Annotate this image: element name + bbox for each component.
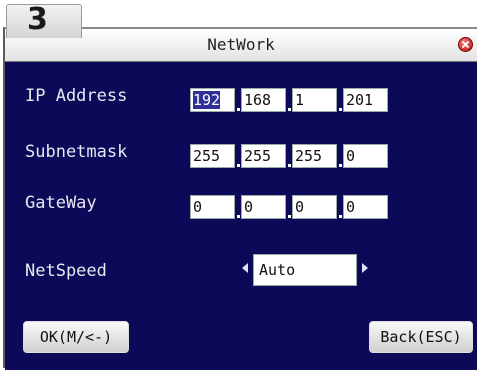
ip-separator-2 bbox=[288, 108, 291, 111]
settings-panel: IP Address 192 168 1 201 Subnetmask 255 … bbox=[5, 62, 477, 370]
gateway-octet-2[interactable]: 0 bbox=[241, 195, 286, 219]
ip-octet-1-value: 192 bbox=[193, 91, 221, 109]
ip-octet-2[interactable]: 168 bbox=[241, 88, 286, 112]
gateway-octet-4[interactable]: 0 bbox=[343, 195, 388, 219]
subnet-octet-2[interactable]: 255 bbox=[241, 144, 286, 168]
ip-separator-3 bbox=[339, 108, 342, 111]
subnet-separator-1 bbox=[237, 164, 240, 167]
gateway-octet-1[interactable]: 0 bbox=[190, 195, 235, 219]
step-badge: 3 bbox=[6, 2, 82, 38]
back-button[interactable]: Back(ESC) bbox=[369, 321, 473, 353]
subnet-octet-4[interactable]: 0 bbox=[343, 144, 388, 168]
close-icon[interactable] bbox=[458, 37, 473, 52]
ip-octet-3[interactable]: 1 bbox=[292, 88, 337, 112]
ok-button[interactable]: OK(M/<-) bbox=[23, 321, 129, 353]
subnet-separator-3 bbox=[339, 164, 342, 167]
step-number: 3 bbox=[27, 2, 48, 37]
subnet-octet-3[interactable]: 255 bbox=[292, 144, 337, 168]
ip-separator-1 bbox=[237, 108, 240, 111]
ip-address-label: IP Address bbox=[25, 86, 128, 106]
netspeed-select[interactable]: Auto bbox=[253, 254, 357, 286]
network-window: NetWork IP Address 192 168 1 201 Subnetm… bbox=[3, 27, 477, 370]
gateway-octet-3[interactable]: 0 bbox=[292, 195, 337, 219]
arrow-right-icon[interactable] bbox=[361, 262, 369, 274]
netspeed-label: NetSpeed bbox=[25, 261, 107, 281]
ip-octet-1[interactable]: 192 bbox=[190, 88, 235, 112]
gateway-label: GateWay bbox=[25, 193, 97, 213]
close-x-glyph bbox=[461, 40, 470, 49]
subnetmask-label: Subnetmask bbox=[25, 142, 128, 162]
arrow-left-icon[interactable] bbox=[241, 262, 249, 274]
subnet-octet-1[interactable]: 255 bbox=[190, 144, 235, 168]
gateway-separator-3 bbox=[339, 215, 342, 218]
gateway-separator-2 bbox=[288, 215, 291, 218]
gateway-separator-1 bbox=[237, 215, 240, 218]
ip-octet-4[interactable]: 201 bbox=[343, 88, 388, 112]
subnet-separator-2 bbox=[288, 164, 291, 167]
